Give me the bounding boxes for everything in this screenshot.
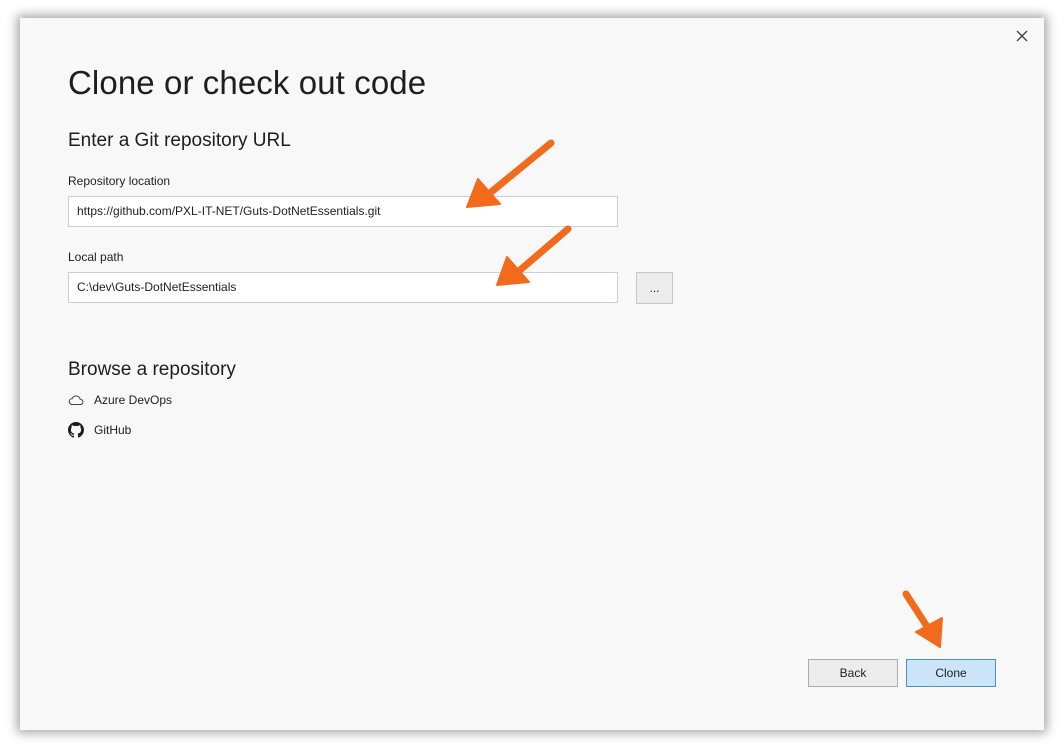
azure-devops-label: Azure DevOps [94,393,173,407]
back-button[interactable]: Back [808,659,898,687]
github-label: GitHub [94,423,132,437]
browse-folder-button[interactable]: ... [636,272,673,304]
azure-devops-link[interactable]: Azure DevOps [68,391,172,409]
github-link[interactable]: GitHub [68,421,131,439]
cloud-icon [68,392,84,408]
local-path-label: Local path [68,250,124,264]
browse-repository-heading: Browse a repository [68,359,236,380]
repository-location-input[interactable]: https://github.com/PXL-IT-NET/Guts-DotNe… [68,196,618,227]
clone-button[interactable]: Clone [906,659,996,687]
git-url-heading: Enter a Git repository URL [68,130,291,151]
close-icon [1016,30,1028,42]
dialog-title: Clone or check out code [68,64,427,101]
repository-location-label: Repository location [68,174,171,188]
github-icon [68,422,84,438]
clone-dialog: Clone or check out code Enter a Git repo… [20,18,1044,730]
local-path-input[interactable]: C:\dev\Guts-DotNetEssentials [68,272,618,303]
close-button[interactable] [1012,26,1032,46]
